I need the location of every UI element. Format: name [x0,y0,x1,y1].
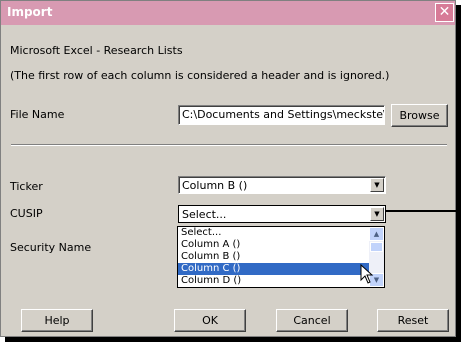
ticker-dropdown-button[interactable]: ▼ [370,178,384,192]
chevron-up-icon: ▲ [373,230,380,238]
callout-line [385,210,461,212]
ticker-select-value: Column B () [182,179,248,192]
cusip-dropdown-button[interactable]: ▼ [370,207,384,221]
divider [11,144,447,146]
dropdown-option[interactable]: Select... [178,227,384,239]
chevron-down-icon: ▼ [374,181,380,189]
close-icon: ✕ [438,4,451,20]
ticker-select[interactable]: Column B () ▼ [178,176,386,194]
chevron-down-icon: ▼ [374,210,380,218]
scroll-thumb[interactable] [370,242,383,252]
dropdown-option[interactable]: Column D () [178,275,384,287]
mouse-cursor-icon [360,264,374,284]
scroll-up-button[interactable]: ▲ [369,227,384,241]
header-note: (The first row of each column is conside… [10,69,390,82]
window-title: Import [7,5,53,19]
dropdown-option[interactable]: Column B () [178,251,384,263]
security-name-label: Security Name [10,241,92,254]
cancel-button[interactable]: Cancel [276,309,348,332]
cusip-select[interactable]: Select... ▼ [178,205,386,223]
dropdown-option[interactable]: Column A () [178,239,384,251]
browse-button[interactable]: Browse [391,104,448,127]
file-name-label: File Name [10,108,65,121]
source-label: Microsoft Excel - Research Lists [10,44,183,57]
ticker-label: Ticker [10,180,43,193]
cusip-select-value: Select... [182,208,227,221]
ok-button[interactable]: OK [174,309,246,332]
cusip-label: CUSIP [10,207,43,220]
chevron-down-icon: ▼ [373,276,380,284]
dropdown-option-selected[interactable]: Column C () [178,263,384,275]
file-name-field[interactable]: C:\Documents and Settings\meckste\Des [178,105,385,125]
help-button[interactable]: Help [21,309,93,332]
cusip-dropdown-list[interactable]: Select... Column A () Column B () Column… [177,226,385,288]
close-button[interactable]: ✕ [435,3,454,22]
reset-button[interactable]: Reset [377,309,449,332]
title-bar: Import ✕ [1,1,455,25]
